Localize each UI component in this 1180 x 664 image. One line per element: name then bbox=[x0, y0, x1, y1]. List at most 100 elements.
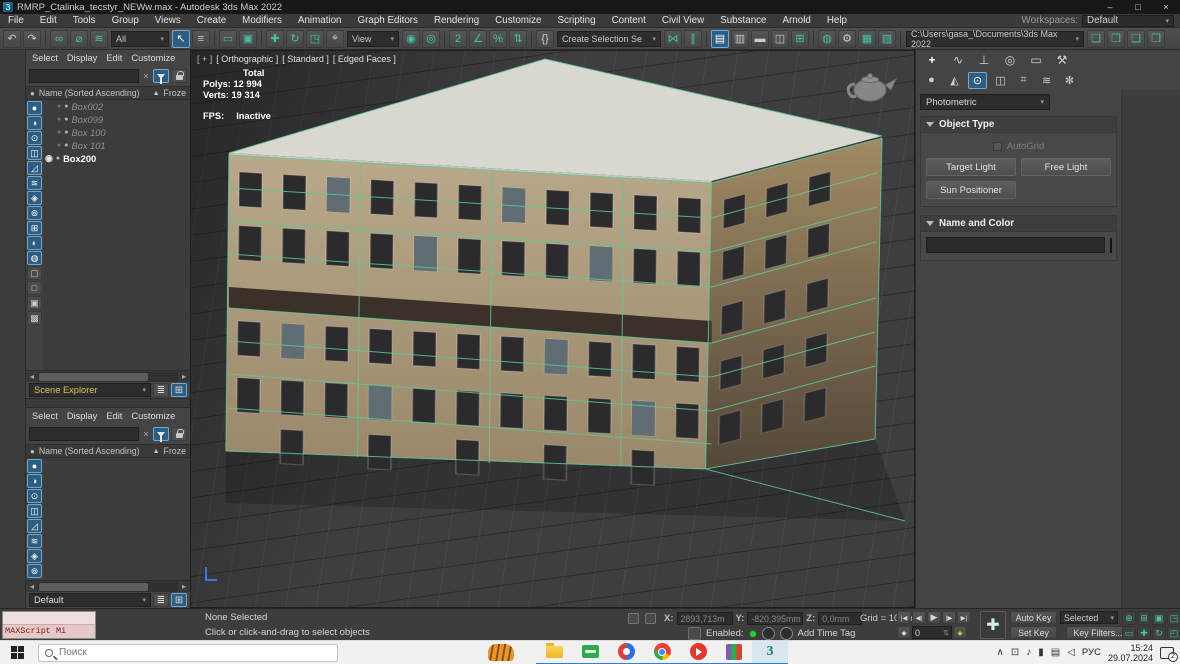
teapot-icon[interactable] bbox=[842, 65, 898, 105]
explorer-menu-edit[interactable]: Edit bbox=[106, 53, 122, 63]
frozen-column-header[interactable]: Froze bbox=[164, 88, 187, 98]
display-geometry-icon[interactable]: ◑ bbox=[27, 474, 42, 488]
project-folder-dropdown[interactable]: C:\Users\gasa_\Documents\3ds Max 2022 ▾ bbox=[906, 31, 1084, 47]
viewport-pov-menu[interactable]: [ Orthographic ] bbox=[216, 54, 278, 64]
menu-modifiers[interactable]: Modifiers bbox=[234, 14, 290, 28]
browser-app-icon[interactable] bbox=[680, 641, 716, 664]
display-materials-icon[interactable]: ▢ bbox=[27, 266, 42, 280]
zoom-icon[interactable]: ⊕ bbox=[1122, 611, 1136, 625]
emoticon-icon[interactable] bbox=[780, 627, 793, 640]
display-lights-icon[interactable]: ⊙ bbox=[27, 489, 42, 503]
list-item-selected[interactable]: ◉ ● Box200 bbox=[43, 152, 190, 165]
free-light-button[interactable]: Free Light bbox=[1021, 158, 1111, 176]
use-selection-center-icon[interactable]: ◎ bbox=[422, 30, 440, 48]
menu-edit[interactable]: Edit bbox=[32, 14, 65, 28]
menu-views[interactable]: Views bbox=[147, 14, 189, 28]
viewport-general-menu[interactable]: [ + ] bbox=[197, 54, 212, 64]
zoom-all-icon[interactable]: ⊞ bbox=[1137, 611, 1151, 625]
explorer2-search-input[interactable] bbox=[29, 427, 139, 441]
scroll-right-icon[interactable]: ▸ bbox=[178, 372, 190, 381]
rendered-frame-window-icon[interactable]: ▦ bbox=[858, 30, 876, 48]
close-button[interactable]: × bbox=[1152, 0, 1180, 14]
display-xrefs-icon[interactable]: ⊞ bbox=[27, 221, 42, 235]
y-coordinate-field[interactable]: -820,395mm bbox=[747, 612, 803, 625]
select-and-rotate-icon[interactable]: ↻ bbox=[286, 30, 304, 48]
named-selection-sets-dropdown[interactable]: Create Selection Se ▾ bbox=[557, 31, 661, 47]
display-shapes-icon[interactable]: ◿ bbox=[27, 519, 42, 533]
shapes-icon[interactable]: ◭ bbox=[945, 72, 964, 89]
menu-animation[interactable]: Animation bbox=[290, 14, 350, 28]
clock[interactable]: 15:24 29.07.2024 bbox=[1108, 643, 1153, 663]
object-type-rollout-header[interactable]: Object Type bbox=[921, 117, 1116, 133]
filter-icon[interactable] bbox=[153, 69, 169, 83]
curve-editor-icon[interactable]: ◫ bbox=[771, 30, 789, 48]
frame-spinner-icon[interactable]: ⇅ bbox=[943, 629, 949, 637]
auto-key-button[interactable]: Auto Key bbox=[1010, 611, 1057, 624]
zoom-region-icon[interactable]: ▭ bbox=[1122, 626, 1136, 640]
display-all-icon[interactable]: ● bbox=[27, 459, 42, 473]
motion-tab-icon[interactable]: ◎ bbox=[1000, 52, 1020, 69]
name-and-color-rollout-header[interactable]: Name and Color bbox=[921, 216, 1116, 232]
zoom-extents-all-icon[interactable]: ◳ bbox=[1167, 611, 1180, 625]
explorer-search-input[interactable] bbox=[29, 69, 139, 83]
tiger-app-icon[interactable] bbox=[488, 644, 514, 661]
scrollbar-thumb[interactable] bbox=[39, 583, 148, 591]
taskbar-search[interactable] bbox=[38, 644, 338, 662]
winrar-icon[interactable] bbox=[716, 641, 752, 664]
menu-create[interactable]: Create bbox=[189, 14, 234, 28]
explorer2-menu-edit[interactable]: Edit bbox=[106, 411, 122, 421]
hierarchy-tab-icon[interactable]: ⊥ bbox=[974, 52, 994, 69]
workspace-dropdown[interactable]: Default ▾ bbox=[1082, 15, 1174, 27]
helpers-icon[interactable]: ⌗ bbox=[1014, 72, 1033, 89]
tray-app-icon[interactable]: ⊡ bbox=[1011, 647, 1019, 658]
list-item[interactable]: ● ● Box 100 bbox=[43, 126, 190, 139]
light-category-dropdown[interactable]: Photometric ▾ bbox=[920, 94, 1050, 110]
asset-tool-icon-3[interactable]: ❑ bbox=[1127, 30, 1145, 48]
clear-search-icon[interactable]: × bbox=[141, 429, 151, 439]
display-all-icon[interactable]: ● bbox=[27, 101, 42, 115]
display-tab-icon[interactable]: ▭ bbox=[1026, 52, 1046, 69]
lock-icon[interactable] bbox=[171, 69, 187, 83]
explorer-menu-customize[interactable]: Customize bbox=[131, 53, 175, 63]
angle-snap-icon[interactable]: ∠ bbox=[469, 30, 487, 48]
selection-lock-toggle-icon[interactable] bbox=[628, 613, 639, 624]
geometry-icon[interactable]: ● bbox=[922, 72, 941, 89]
current-frame-field[interactable]: 0 ⇅ bbox=[912, 626, 952, 639]
search-input[interactable] bbox=[59, 647, 331, 658]
explorer2-menu-display[interactable]: Display bbox=[67, 411, 97, 421]
minimize-button[interactable]: – bbox=[1096, 0, 1124, 14]
asset-tool-icon-4[interactable]: ❒ bbox=[1147, 30, 1165, 48]
scrollbar-thumb[interactable] bbox=[39, 373, 148, 381]
viewport-shading-menu[interactable]: [ Standard ] bbox=[282, 54, 329, 64]
rectangular-selection-region-icon[interactable]: ▭ bbox=[219, 30, 237, 48]
clear-search-icon[interactable]: × bbox=[141, 71, 151, 81]
hierarchy-view-icon[interactable]: ⊞ bbox=[171, 593, 187, 607]
bind-to-spacewarp-icon[interactable]: ≋ bbox=[90, 30, 108, 48]
time-tag-icon[interactable] bbox=[688, 627, 701, 640]
hierarchy-view-icon[interactable]: ⊞ bbox=[171, 383, 187, 397]
building-model[interactable] bbox=[191, 51, 914, 607]
layer-explorer-icon[interactable]: ▥ bbox=[731, 30, 749, 48]
asset-tool-icon-2[interactable]: ❐ bbox=[1107, 30, 1125, 48]
scroll-right-icon[interactable]: ▸ bbox=[178, 582, 190, 591]
display-objects-icon[interactable]: □ bbox=[27, 281, 42, 295]
card-app-icon[interactable] bbox=[572, 641, 608, 664]
display-groups-icon[interactable]: ⊚ bbox=[27, 206, 42, 220]
sun-positioner-button[interactable]: Sun Positioner bbox=[926, 181, 1016, 199]
edit-named-selection-sets-icon[interactable]: {} bbox=[536, 30, 554, 48]
redo-icon[interactable]: ↷ bbox=[23, 30, 41, 48]
display-containers-icon[interactable]: ◍ bbox=[27, 251, 42, 265]
3dsmax-taskbar-icon[interactable]: 3 bbox=[752, 641, 788, 664]
chrome-icon[interactable] bbox=[644, 641, 680, 664]
menu-arnold[interactable]: Arnold bbox=[775, 14, 819, 28]
explorer-preset-dropdown[interactable]: Scene Explorer ▾ bbox=[29, 383, 151, 397]
menu-civil-view[interactable]: Civil View bbox=[654, 14, 712, 28]
explorer2-preset-dropdown[interactable]: Default ▾ bbox=[29, 593, 151, 607]
explorer2-menu-customize[interactable]: Customize bbox=[131, 411, 175, 421]
key-settings-icon[interactable]: ◆ bbox=[953, 626, 967, 639]
explorer-horizontal-scrollbar[interactable]: ◂ ▸ bbox=[26, 370, 190, 382]
name-column-header[interactable]: Name (Sorted Ascending) bbox=[39, 446, 140, 456]
window-crossing-icon[interactable]: ▣ bbox=[239, 30, 257, 48]
menu-graph-editors[interactable]: Graph Editors bbox=[350, 14, 426, 28]
go-to-end-button[interactable]: ▶| bbox=[957, 611, 971, 624]
